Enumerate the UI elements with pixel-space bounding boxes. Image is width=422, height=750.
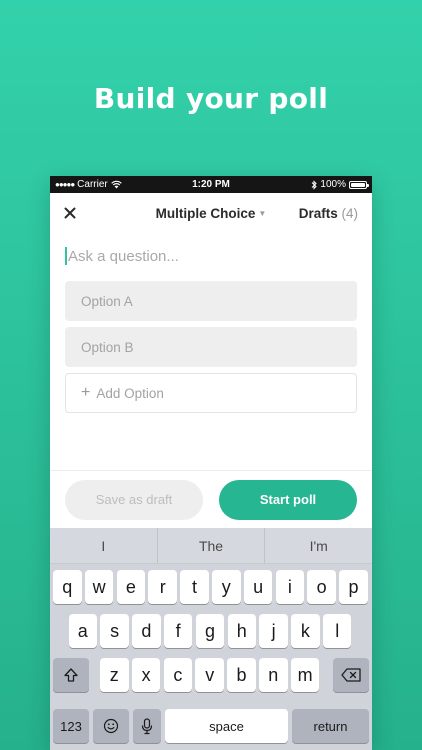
key-k[interactable]: k xyxy=(291,614,320,648)
key-row-1: qwertyuiop xyxy=(50,570,372,608)
key-o[interactable]: o xyxy=(307,570,336,604)
save-draft-button[interactable]: Save as draft xyxy=(65,479,203,520)
key-row-2: asdfghjkl xyxy=(50,614,372,652)
option-b-input[interactable]: Option B xyxy=(65,327,357,367)
emoji-icon xyxy=(103,718,119,734)
add-option-button[interactable]: + Add Option xyxy=(65,373,357,413)
text-cursor xyxy=(65,247,67,265)
carrier-label: Carrier xyxy=(77,179,108,190)
shift-icon xyxy=(64,668,78,682)
suggestion-1[interactable]: I xyxy=(50,528,157,563)
backspace-icon xyxy=(341,668,361,682)
key-b[interactable]: b xyxy=(227,658,256,692)
battery-percent: 100% xyxy=(320,179,346,190)
microphone-key[interactable] xyxy=(133,709,161,743)
key-w[interactable]: w xyxy=(84,570,114,604)
phone-screen: ●●●●● Carrier 1:20 PM 100% Multiple Choi… xyxy=(50,176,372,750)
battery-icon xyxy=(349,180,369,189)
drafts-button[interactable]: Drafts (4) xyxy=(299,206,358,221)
emoji-key[interactable] xyxy=(93,709,129,743)
key-a[interactable]: a xyxy=(68,614,98,648)
suggestion-bar: I The I'm xyxy=(50,528,372,564)
key-n[interactable]: n xyxy=(259,658,288,692)
key-i[interactable]: i xyxy=(275,570,305,604)
microphone-icon xyxy=(141,717,153,734)
poll-type-label: Multiple Choice xyxy=(155,205,256,221)
key-g[interactable]: g xyxy=(195,614,225,648)
key-y[interactable]: y xyxy=(212,570,241,604)
key-q[interactable]: q xyxy=(53,570,82,604)
key-t[interactable]: t xyxy=(180,570,209,604)
option-b-placeholder: Option B xyxy=(81,339,134,355)
add-option-label: Add Option xyxy=(96,385,164,401)
status-left: ●●●●● Carrier xyxy=(55,179,122,190)
status-right: 100% xyxy=(311,179,369,190)
space-key[interactable]: space xyxy=(165,709,288,743)
poll-type-selector[interactable]: Multiple Choice ▼ xyxy=(156,206,267,221)
return-key[interactable]: return xyxy=(292,709,369,743)
drafts-label: Drafts xyxy=(298,205,338,221)
start-poll-button[interactable]: Start poll xyxy=(219,479,357,520)
key-s[interactable]: s xyxy=(100,614,129,648)
delete-key[interactable] xyxy=(333,658,369,692)
key-z[interactable]: z xyxy=(100,658,129,692)
key-l[interactable]: l xyxy=(322,614,352,648)
suggestion-2[interactable]: The xyxy=(156,528,265,563)
key-x[interactable]: x xyxy=(131,658,161,692)
wifi-icon xyxy=(111,180,122,189)
question-placeholder: Ask a question... xyxy=(68,247,179,265)
key-e[interactable]: e xyxy=(116,570,146,604)
signal-icon: ●●●●● xyxy=(55,180,75,189)
battery-fill xyxy=(351,182,365,187)
key-row-4: 123 space return xyxy=(50,709,372,747)
key-d[interactable]: d xyxy=(132,614,161,648)
key-p[interactable]: p xyxy=(339,570,368,604)
shift-key[interactable] xyxy=(53,658,89,692)
key-h[interactable]: h xyxy=(227,614,257,648)
action-bar: Save as draft Start poll xyxy=(50,470,372,528)
suggestion-3[interactable]: I'm xyxy=(264,528,372,563)
key-r[interactable]: r xyxy=(148,570,177,604)
key-j[interactable]: j xyxy=(259,614,288,648)
caret-down-icon: ▼ xyxy=(258,209,267,219)
key-v[interactable]: v xyxy=(195,658,224,692)
keyboard: I The I'm qwertyuiop asdfghjkl zxcvbnm 1… xyxy=(50,528,372,750)
key-f[interactable]: f xyxy=(163,614,193,648)
key-m[interactable]: m xyxy=(290,658,320,692)
plus-icon: + xyxy=(81,384,91,401)
nav-bar: Multiple Choice ▼ Drafts (4) xyxy=(50,193,372,233)
key-row-3: zxcvbnm xyxy=(50,658,372,696)
bluetooth-icon xyxy=(312,179,318,190)
key-u[interactable]: u xyxy=(243,570,273,604)
key-c[interactable]: c xyxy=(163,658,193,692)
status-bar: ●●●●● Carrier 1:20 PM 100% xyxy=(50,176,372,193)
drafts-count: (4) xyxy=(341,205,359,221)
close-icon xyxy=(64,207,76,218)
close-button[interactable] xyxy=(64,203,84,224)
headline: Build your poll xyxy=(93,82,329,115)
question-input[interactable]: Ask a question... xyxy=(65,241,357,271)
option-a-input[interactable]: Option A xyxy=(65,281,357,321)
numbers-key[interactable]: 123 xyxy=(53,709,89,743)
option-a-placeholder: Option A xyxy=(81,293,133,309)
